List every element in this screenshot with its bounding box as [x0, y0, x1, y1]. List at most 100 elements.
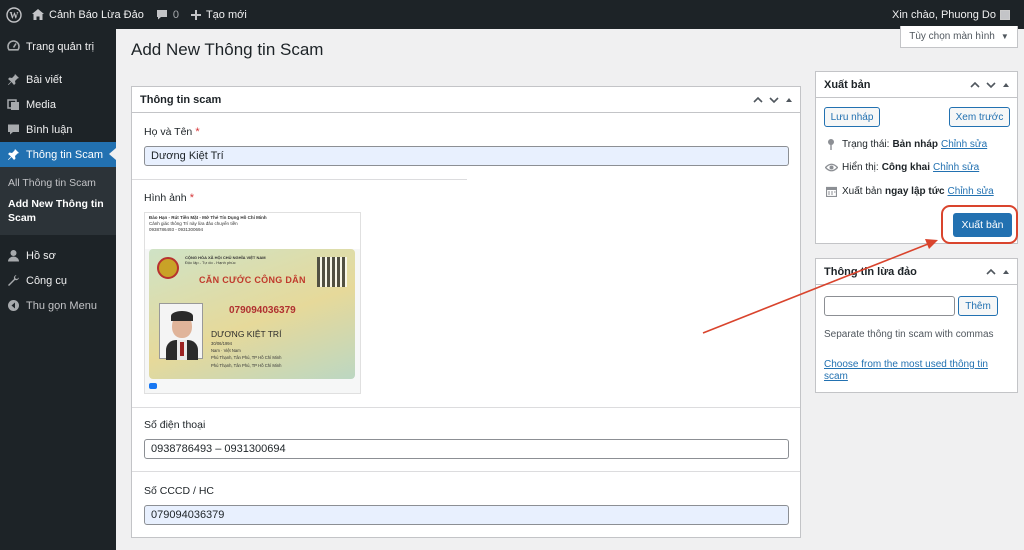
sidebar-item-dashboard[interactable]: Trang quản trị — [0, 34, 116, 59]
site-name: Cảnh Báo Lừa Đảo — [49, 8, 144, 21]
card-origin: Phú Thạnh, Tân Phú, TP Hồ Chí Minh — [211, 355, 282, 360]
choose-most-used-link[interactable]: Choose from the most used thông tin scam — [824, 359, 999, 383]
metabox-title: Xuất bản — [824, 78, 871, 91]
page-title: Add New Thông tin Scam — [131, 40, 324, 59]
tag-input[interactable] — [824, 296, 955, 316]
sidebar-item-tools[interactable]: Công cụ — [0, 268, 116, 293]
schedule-row: Xuất bản ngay lập tức Chỉnh sửa — [824, 186, 994, 197]
card-sex: Nam · Việt Nam — [211, 348, 241, 353]
sidebar-item-posts[interactable]: Bài viết — [0, 67, 116, 92]
chevron-up-icon[interactable] — [985, 266, 997, 278]
field-divider — [132, 179, 467, 180]
toggle-triangle-icon[interactable] — [784, 95, 794, 105]
screen-options-button[interactable]: Tùy chọn màn hình ▼ — [900, 26, 1018, 48]
id-card-image[interactable]: Đào Hạn - Rút Tiền Mặt - Mở Thẻ Tín Dụng… — [144, 212, 361, 394]
wrench-icon — [6, 274, 20, 288]
home-icon — [32, 9, 44, 20]
tag-help-text: Separate thông tin scam with commas — [824, 329, 994, 340]
admin-bar: W Cảnh Báo Lừa Đảo 0 Tạo mới Xin chào, P… — [0, 0, 1024, 29]
sidebar-item-media[interactable]: Media — [0, 92, 116, 117]
field-divider — [132, 407, 800, 408]
media-icon — [6, 98, 20, 112]
metabox-handle-actions — [752, 87, 794, 113]
chevron-up-icon[interactable] — [752, 94, 764, 106]
chevron-down-icon[interactable] — [985, 79, 997, 91]
phone-input[interactable]: 0938786493 – 0931300694 — [144, 439, 789, 459]
field-divider — [132, 471, 800, 472]
metabox-handle-actions — [969, 72, 1011, 98]
sidebar-item-label: Công cụ — [26, 274, 67, 287]
metabox-header: Xuất bản — [816, 72, 1017, 98]
phone-field-label: Số điện thoại — [144, 419, 206, 431]
calendar-icon — [824, 186, 838, 197]
greeting: Xin chào, Phuong Do — [892, 8, 996, 21]
schedule-value: ngay lập tức — [885, 186, 945, 197]
card-number: 079094036379 — [229, 305, 296, 316]
sidebar-item-collapse[interactable]: Thu gọn Menu — [0, 293, 116, 318]
save-draft-button[interactable]: Lưu nháp — [824, 107, 880, 127]
sidebar-submenu: All Thông tin Scam Add New Thông tin Sca… — [0, 167, 116, 236]
plus-icon — [190, 9, 201, 20]
metabox-header: Thông tin lừa đảo — [816, 259, 1017, 285]
pin-marker-icon — [824, 138, 838, 150]
required-mark: * — [195, 126, 200, 138]
toggle-triangle-icon[interactable] — [1001, 80, 1011, 90]
add-tag-button[interactable]: Thêm — [958, 296, 998, 316]
like-icon — [149, 383, 157, 389]
card-dob: 30/06/1994 — [211, 341, 232, 346]
scam-info-metabox: Thông tin scam Họ và Tên * Dương Kiệt Tr… — [131, 86, 801, 538]
comments-link[interactable]: 0 — [150, 0, 185, 29]
sidebar-item-label: Thu gọn Menu — [26, 299, 97, 312]
publish-highlight-annotation — [941, 205, 1018, 244]
post-header: Đào Hạn - Rút Tiền Mặt - Mở Thẻ Tín Dụng… — [145, 213, 360, 249]
wordpress-logo-icon[interactable]: W — [2, 0, 26, 29]
submenu-all-scam[interactable]: All Thông tin Scam — [0, 173, 116, 193]
chevron-down-icon[interactable] — [768, 94, 780, 106]
chevron-up-icon[interactable] — [969, 79, 981, 91]
edit-schedule-link[interactable]: Chỉnh sửa — [948, 186, 994, 197]
edit-status-link[interactable]: Chỉnh sửa — [941, 139, 987, 150]
visibility-label: Hiển thị: — [842, 162, 879, 173]
pin-icon — [6, 73, 20, 87]
status-row: Trạng thái: Bản nháp Chỉnh sửa — [824, 138, 987, 150]
sidebar-item-label: Thông tin Scam — [26, 148, 104, 161]
preview-button[interactable]: Xem trước — [949, 107, 1010, 127]
metabox-header: Thông tin scam — [132, 87, 800, 113]
card-header: CỘNG HÒA XÃ HỘI CHỦ NGHĨA VIỆT NAM Độc l… — [185, 255, 266, 265]
avatar — [1000, 9, 1010, 20]
sidebar-item-label: Bình luận — [26, 123, 73, 136]
name-field-label: Họ và Tên * — [144, 126, 200, 138]
submenu-add-new-scam[interactable]: Add New Thông tin Scam — [0, 193, 116, 229]
svg-text:W: W — [10, 10, 19, 20]
new-content-link[interactable]: Tạo mới — [185, 0, 253, 29]
card-residence: Phú Thạnh, Tân Phú, TP Hồ Chí Minh — [211, 363, 282, 368]
caret-down-icon: ▼ — [1000, 32, 1009, 41]
scam-tags-metabox: Thông tin lừa đảo Thêm Separate thông ti… — [815, 258, 1018, 393]
required-mark: * — [189, 192, 194, 204]
id-number-field-label: Số CCCD / HC — [144, 485, 215, 497]
collapse-icon — [6, 299, 20, 313]
sidebar-item-comments[interactable]: Bình luận — [0, 117, 116, 142]
comments-count: 0 — [172, 8, 179, 21]
schedule-label: Xuất bản — [842, 186, 883, 197]
status-label: Trạng thái: — [842, 138, 890, 150]
id-number-input[interactable]: 079094036379 — [144, 505, 789, 525]
user-icon — [6, 249, 20, 263]
edit-visibility-link[interactable]: Chỉnh sửa — [933, 162, 979, 173]
site-name-link[interactable]: Cảnh Báo Lừa Đảo — [26, 0, 150, 29]
visibility-row: Hiển thị: Công khai Chỉnh sửa — [824, 162, 979, 173]
visibility-value: Công khai — [881, 162, 931, 173]
new-label: Tạo mới — [205, 8, 247, 21]
name-input[interactable]: Dương Kiệt Trí — [144, 146, 789, 166]
comment-icon — [6, 123, 20, 137]
sidebar-item-thong-tin-scam[interactable]: Thông tin Scam — [0, 142, 116, 167]
qr-code-icon — [317, 257, 347, 287]
sidebar-item-label: Bài viết — [26, 73, 63, 86]
portrait-photo — [159, 303, 203, 360]
toggle-triangle-icon[interactable] — [1001, 267, 1011, 277]
metabox-title: Thông tin scam — [140, 93, 222, 106]
sidebar-item-profile[interactable]: Hồ sơ — [0, 243, 116, 268]
status-value: Bản nháp — [892, 138, 938, 150]
national-emblem-icon — [157, 257, 179, 279]
account-menu[interactable]: Xin chào, Phuong Do — [892, 0, 1010, 29]
